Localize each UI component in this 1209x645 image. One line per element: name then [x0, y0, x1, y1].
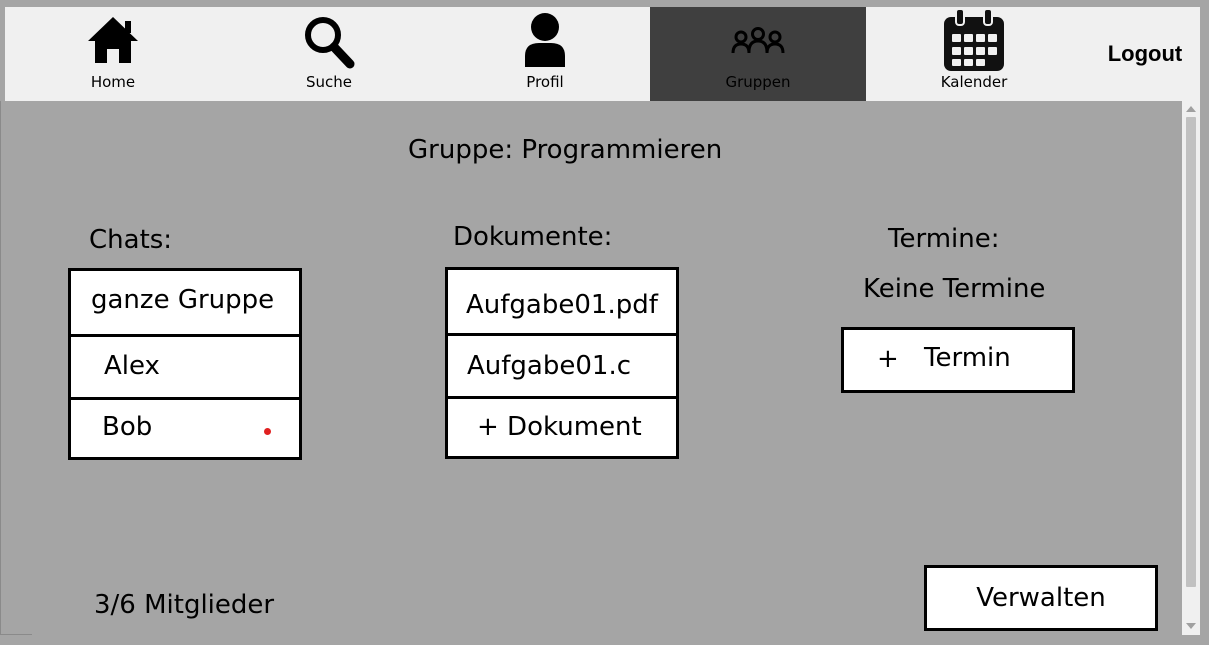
logout-button[interactable]: Logout: [1090, 41, 1200, 67]
nav-item-calendar[interactable]: Kalender: [866, 7, 1082, 101]
chat-item-label: ganze Gruppe: [91, 285, 275, 315]
nav-item-search[interactable]: Suche: [221, 7, 437, 101]
vertical-scrollbar[interactable]: [1182, 101, 1200, 635]
manage-button[interactable]: Verwalten: [924, 565, 1158, 631]
document-item-label: Aufgabe01.c: [467, 351, 631, 381]
nav-label-profile: Profil: [526, 73, 564, 91]
nav-item-groups[interactable]: Gruppen: [650, 7, 866, 101]
chat-item-alex[interactable]: Alex: [71, 334, 299, 397]
add-appointment-label: Termin: [924, 343, 1011, 373]
nav-label-calendar: Kalender: [940, 73, 1008, 91]
nav-item-home[interactable]: Home: [5, 7, 221, 101]
nav-label-groups: Gruppen: [725, 73, 791, 91]
content-border-bottom: [0, 634, 32, 635]
no-appointments-text: Keine Termine: [863, 274, 1046, 304]
unread-indicator-dot: [264, 428, 271, 435]
calendar-icon: [944, 8, 1004, 71]
chat-item-label: Alex: [104, 351, 160, 381]
nav-item-profile[interactable]: Profil: [437, 7, 653, 101]
page-title: Gruppe: Programmieren: [408, 135, 723, 165]
chat-item-label: Bob: [102, 412, 153, 442]
content-border: [0, 101, 1, 635]
add-document-label: + Dokument: [477, 412, 642, 442]
chat-list: ganze Gruppe Alex Bob: [68, 268, 302, 460]
scroll-down-icon[interactable]: [1186, 623, 1196, 629]
home-icon: [88, 17, 138, 63]
search-icon: [305, 17, 355, 69]
document-item[interactable]: Aufgabe01.c: [448, 333, 676, 396]
chat-item-whole-group[interactable]: ganze Gruppe: [71, 271, 299, 334]
scroll-thumb[interactable]: [1186, 117, 1196, 587]
plus-icon: +: [877, 344, 899, 374]
documents-heading: Dokumente:: [453, 222, 613, 252]
add-document-button[interactable]: + Dokument: [448, 396, 676, 456]
chats-heading: Chats:: [89, 225, 173, 255]
document-item[interactable]: Aufgabe01.pdf: [448, 270, 676, 333]
document-list: Aufgabe01.pdf Aufgabe01.c + Dokument: [445, 267, 679, 459]
chat-item-bob[interactable]: Bob: [71, 397, 299, 457]
nav-label-home: Home: [90, 73, 136, 91]
nav-label-search: Suche: [305, 73, 352, 91]
app-window: Home Suche Profil Gruppen Kalender Logou…: [0, 0, 1209, 645]
add-appointment-button[interactable]: + Termin: [841, 327, 1075, 393]
group-icon: [731, 27, 785, 54]
top-navigation: Home Suche Profil Gruppen Kalender Logou…: [5, 7, 1200, 101]
user-icon: [525, 13, 565, 67]
scroll-up-icon[interactable]: [1186, 106, 1196, 112]
document-item-label: Aufgabe01.pdf: [466, 290, 658, 320]
member-count: 3/6 Mitglieder: [94, 590, 275, 620]
appointments-heading: Termine:: [888, 224, 1000, 254]
